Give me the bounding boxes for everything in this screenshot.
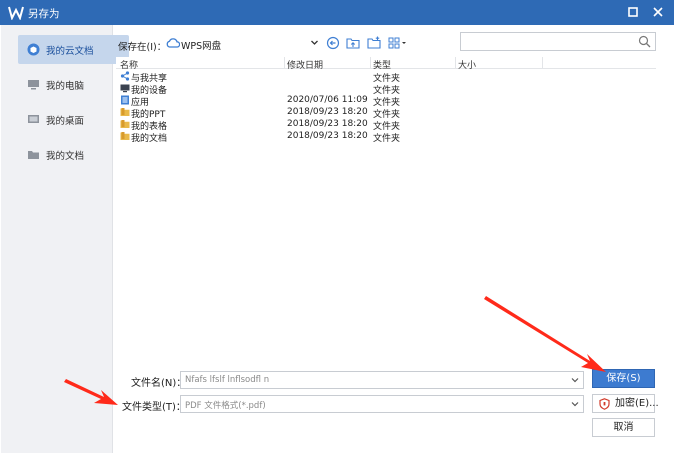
location-dropdown[interactable]: WPS网盘 bbox=[166, 35, 322, 53]
column-divider[interactable] bbox=[370, 57, 371, 68]
save-button[interactable]: 保存(S) bbox=[592, 369, 655, 388]
folder-icon bbox=[28, 151, 39, 159]
cancel-button[interactable]: 取消 bbox=[592, 418, 655, 437]
file-list-header: 名称 修改日期 类型 大小 bbox=[116, 57, 656, 71]
search-box bbox=[460, 32, 656, 51]
column-divider[interactable] bbox=[542, 57, 543, 68]
file-date: 2020/07/06 11:09 bbox=[287, 95, 368, 105]
folder-icon bbox=[120, 132, 130, 140]
save-in-label: 保存在(I)： bbox=[118, 42, 167, 53]
chevron-down-icon bbox=[311, 40, 318, 45]
filename-input[interactable]: Nfafs lfslf lnflsodfl n bbox=[180, 371, 584, 389]
file-date: 2018/09/23 18:20 bbox=[287, 107, 368, 117]
wps-logo-icon bbox=[8, 6, 24, 20]
table-row[interactable]: 我的文档 2018/09/23 18:20 文件夹 bbox=[116, 130, 656, 144]
table-row[interactable]: 与我共享 文件夹 bbox=[116, 70, 656, 84]
encrypt-label: 加密(E)... bbox=[615, 398, 659, 409]
back-icon[interactable] bbox=[326, 36, 340, 50]
chevron-down-icon[interactable] bbox=[571, 400, 579, 408]
app-icon bbox=[121, 95, 129, 105]
shield-icon bbox=[599, 398, 610, 410]
title-bar: 另存为 bbox=[0, 0, 674, 25]
close-icon[interactable] bbox=[650, 4, 666, 20]
column-divider[interactable] bbox=[284, 57, 285, 68]
file-type: 文件夹 bbox=[373, 134, 401, 144]
location-value: WPS网盘 bbox=[181, 41, 222, 52]
sidebar-item-label: 我的电脑 bbox=[46, 81, 85, 92]
filetype-select[interactable]: PDF 文件格式(*.pdf) bbox=[180, 395, 584, 413]
cloud-doc-icon bbox=[27, 43, 40, 56]
share-icon bbox=[120, 71, 130, 81]
table-row[interactable]: 我的设备 文件夹 bbox=[116, 82, 656, 96]
new-folder-icon[interactable] bbox=[367, 36, 381, 50]
file-date: 2018/09/23 18:20 bbox=[287, 119, 368, 129]
table-row[interactable]: 我的PPT 2018/09/23 18:20 文件夹 bbox=[116, 106, 656, 120]
table-row[interactable]: 应用 2020/07/06 11:09 文件夹 bbox=[116, 94, 656, 108]
column-divider[interactable] bbox=[455, 57, 456, 68]
view-menu-icon[interactable] bbox=[388, 36, 408, 50]
up-folder-icon[interactable] bbox=[346, 36, 360, 50]
computer-icon bbox=[28, 80, 39, 90]
filename-label: 文件名(N)： bbox=[131, 378, 187, 389]
search-input[interactable] bbox=[461, 33, 631, 50]
maximize-icon[interactable] bbox=[625, 4, 641, 20]
table-row[interactable]: 我的表格 2018/09/23 18:20 文件夹 bbox=[116, 118, 656, 132]
cloud-icon bbox=[166, 38, 180, 48]
folder-icon bbox=[120, 120, 130, 128]
desktop-icon bbox=[28, 115, 39, 123]
folder-icon bbox=[120, 108, 130, 116]
sidebar-item-label: 我的桌面 bbox=[46, 116, 85, 127]
sidebar-item-label: 我的文档 bbox=[46, 151, 85, 162]
file-name: 我的文档 bbox=[131, 134, 168, 144]
sidebar-item-cloud-docs[interactable]: 我的云文档 bbox=[18, 35, 129, 64]
sidebar-item-computer[interactable]: 我的电脑 bbox=[18, 70, 129, 99]
filename-value: Nfafs lfslf lnflsodfl n bbox=[185, 375, 270, 385]
sidebar-item-desktop[interactable]: 我的桌面 bbox=[18, 105, 129, 134]
search-icon[interactable] bbox=[638, 35, 651, 48]
file-date: 2018/09/23 18:20 bbox=[287, 131, 368, 141]
chevron-down-icon[interactable] bbox=[571, 376, 579, 384]
sidebar-item-label: 我的云文档 bbox=[46, 46, 94, 57]
window-title: 另存为 bbox=[28, 8, 60, 20]
encrypt-button[interactable]: 加密(E)... bbox=[592, 394, 659, 413]
device-icon bbox=[120, 84, 130, 93]
filetype-value: PDF 文件格式(*.pdf) bbox=[185, 401, 266, 411]
sidebar-item-documents[interactable]: 我的文档 bbox=[18, 140, 129, 169]
filetype-label: 文件类型(T)： bbox=[122, 402, 186, 413]
file-list: 名称 修改日期 类型 大小 与我共享 文件夹 我的设备 文件夹 应用 2020/… bbox=[116, 57, 656, 357]
